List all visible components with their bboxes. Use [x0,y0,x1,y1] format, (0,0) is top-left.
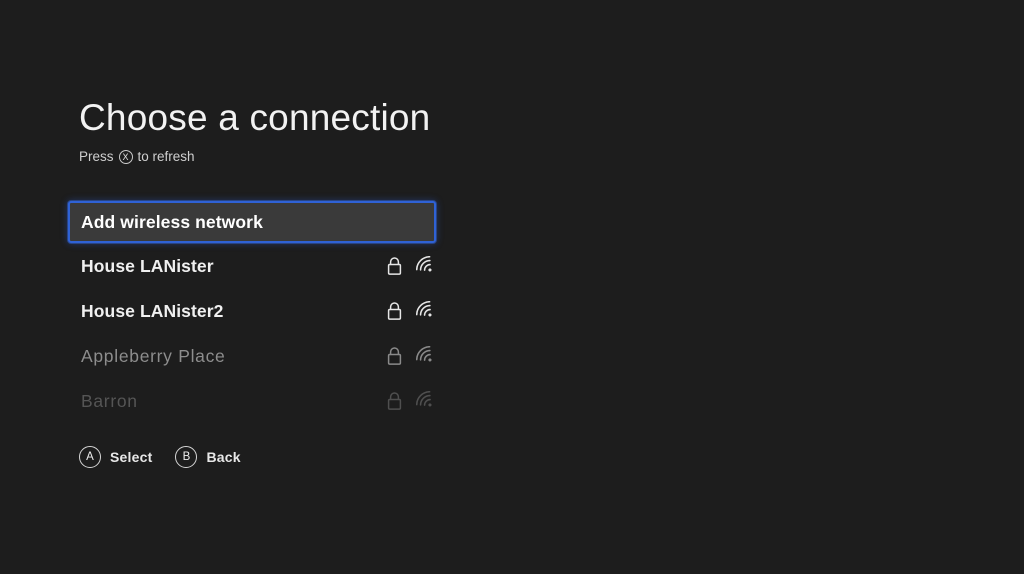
refresh-hint: Press X to refresh [79,149,430,165]
x-button-glyph-icon: X [118,150,133,164]
network-status-icons [386,300,436,321]
legend-action-back[interactable]: B Back [175,446,241,468]
wifi-signal-icon [416,345,436,366]
legend-action-label: Back [206,449,241,465]
network-row[interactable]: Appleberry Place [68,333,436,378]
lock-icon [386,391,403,411]
network-name: House LANister2 [81,300,224,321]
wifi-signal-icon [416,255,436,276]
network-name: Barron [81,390,138,411]
connection-chooser-screen: Choose a connection Press X to refresh A… [0,0,1024,574]
refresh-hint-suffix: to refresh [137,149,195,164]
legend-action-label: Select [110,449,153,465]
button-legend: A Select B Back [79,446,241,468]
network-row[interactable]: House LANister2 [68,288,436,333]
b-button-glyph-icon: B [175,446,198,468]
network-name: Appleberry Place [81,345,226,366]
network-status-icons [386,390,436,411]
network-name: Add wireless network [81,212,263,232]
network-name: House LANister [81,255,214,276]
network-list: Add wireless network House LANister House … [68,201,436,423]
page-header: Choose a connection Press X to refresh [79,96,430,165]
lock-icon [386,346,403,366]
network-row[interactable]: House LANister [68,243,436,288]
network-row[interactable]: Barron [68,378,436,423]
lock-icon [386,256,403,276]
legend-action-select[interactable]: A Select [79,446,152,468]
network-row-selected[interactable]: Add wireless network [68,201,436,243]
network-status-icons [386,345,436,366]
wifi-signal-icon [416,390,436,411]
refresh-hint-prefix: Press [79,149,114,164]
lock-icon [386,301,403,321]
a-button-glyph-icon: A [79,446,101,468]
network-status-icons [386,255,436,276]
wifi-signal-icon [416,300,436,321]
page-title: Choose a connection [79,97,431,138]
